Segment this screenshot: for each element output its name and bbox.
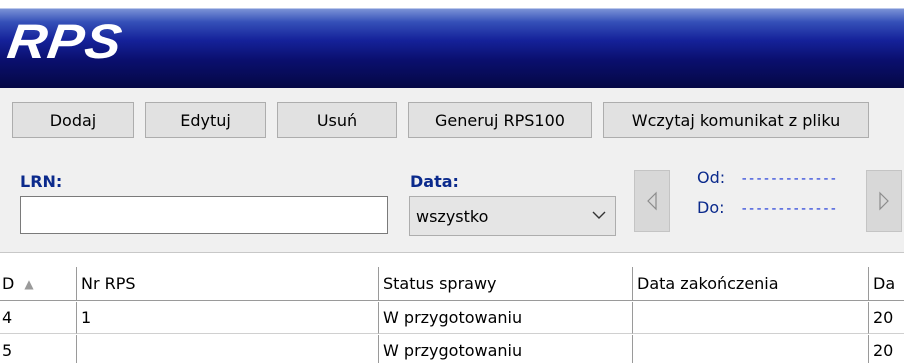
lrn-label: LRN:: [20, 172, 63, 191]
column-header-label: Da: [873, 274, 896, 293]
table-cell[interactable]: 20: [868, 335, 904, 363]
to-label: Do:: [697, 198, 725, 217]
column-header-label: D: [2, 274, 15, 293]
column-header-label: Nr RPS: [81, 274, 136, 293]
app-header: RPS: [0, 0, 904, 88]
from-label: Od:: [697, 168, 726, 187]
column-header-date[interactable]: Da: [868, 267, 904, 301]
table-cell[interactable]: [632, 302, 868, 334]
table-cell[interactable]: [632, 335, 868, 363]
chevron-down-icon: [592, 211, 606, 219]
app-title: RPS: [4, 14, 126, 69]
prev-range-button[interactable]: [634, 170, 670, 232]
load-message-button[interactable]: Wczytaj komunikat z pliku: [603, 102, 869, 138]
column-header-label: Data zakończenia: [637, 274, 779, 293]
filter-bar: LRN: Data: wszystko Od: ------------- Do…: [0, 156, 904, 252]
table-cell[interactable]: 4: [0, 302, 76, 334]
column-header-id[interactable]: D ▲: [0, 267, 76, 301]
column-header-label: Status sprawy: [383, 274, 497, 293]
table-cell[interactable]: [76, 335, 378, 363]
sort-asc-icon: ▲: [24, 276, 34, 291]
rps-table: D ▲ Nr RPS Status sprawy Data zakończeni…: [0, 252, 904, 363]
arrow-right-icon: [879, 191, 889, 211]
toolbar: Dodaj Edytuj Usuń Generuj RPS100 Wczytaj…: [0, 88, 904, 156]
table-cell[interactable]: 20: [868, 302, 904, 334]
lrn-input[interactable]: [20, 196, 388, 234]
table-cell[interactable]: 5: [0, 335, 76, 363]
to-value: -------------: [740, 201, 838, 217]
add-button[interactable]: Dodaj: [12, 102, 134, 138]
date-select-value: wszystko: [416, 206, 489, 226]
table-cell[interactable]: W przygotowaniu: [378, 302, 632, 334]
from-value: -------------: [740, 171, 838, 187]
next-range-button[interactable]: [866, 170, 902, 232]
date-label: Data:: [410, 172, 459, 191]
generate-rps100-button[interactable]: Generuj RPS100: [408, 102, 592, 138]
table-cell[interactable]: W przygotowaniu: [378, 335, 632, 363]
column-header-end-date[interactable]: Data zakończenia: [632, 267, 868, 301]
delete-button[interactable]: Usuń: [277, 102, 397, 138]
arrow-left-icon: [647, 191, 657, 211]
column-header-status[interactable]: Status sprawy: [378, 267, 632, 301]
column-header-nr-rps[interactable]: Nr RPS: [76, 267, 378, 301]
date-select[interactable]: wszystko: [409, 196, 616, 236]
edit-button[interactable]: Edytuj: [145, 102, 266, 138]
table-cell[interactable]: 1: [76, 302, 378, 334]
